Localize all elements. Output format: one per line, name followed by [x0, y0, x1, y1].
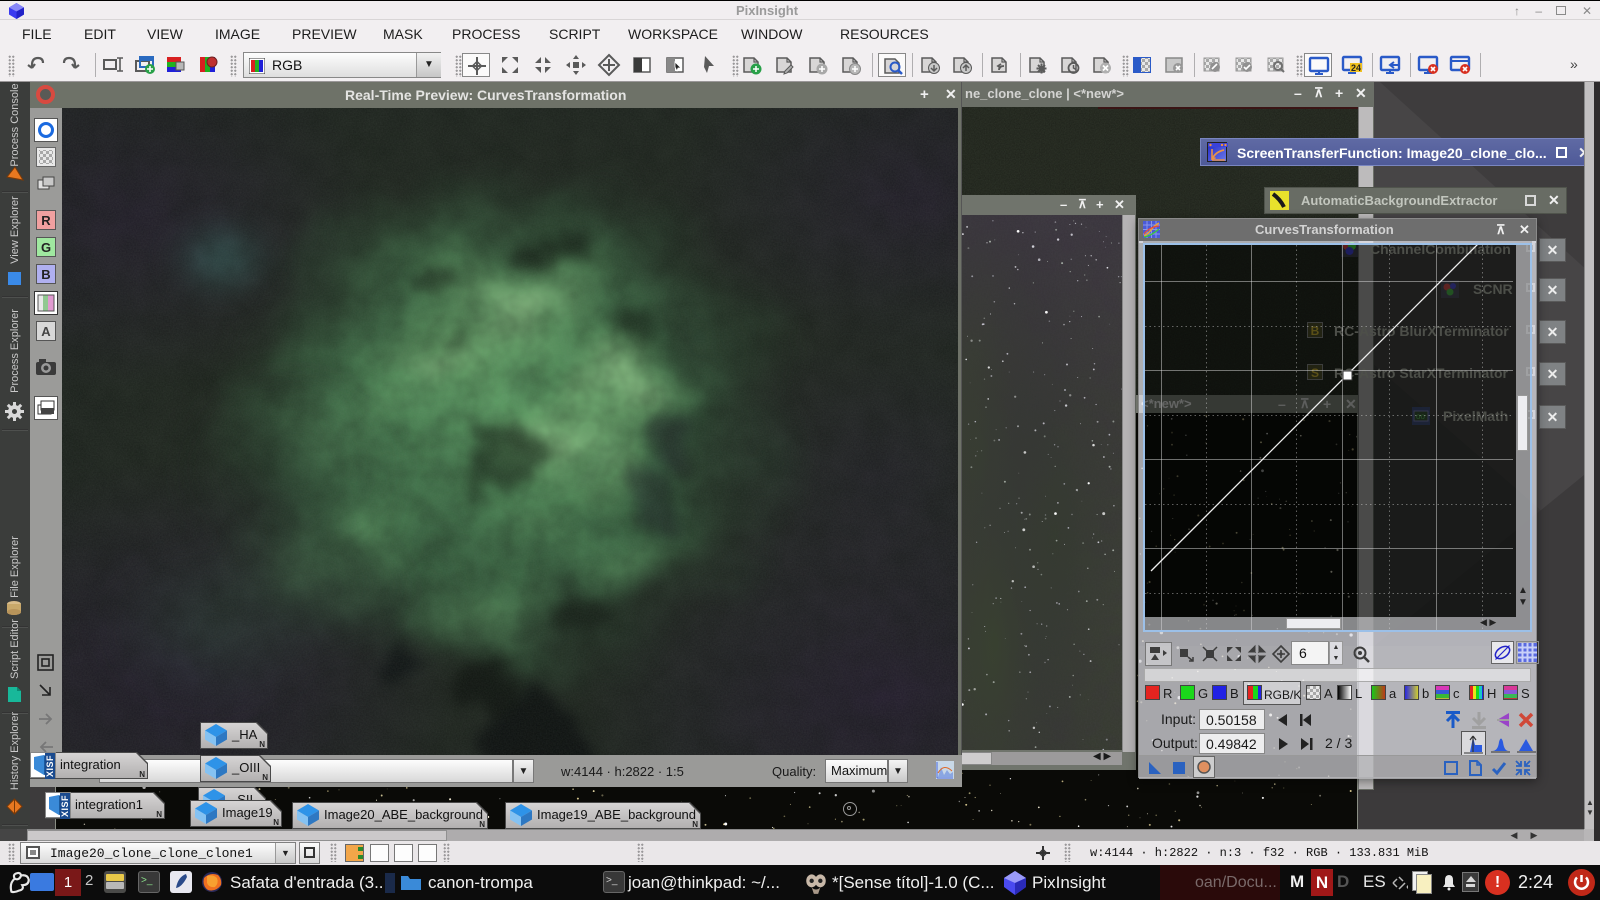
svg-text:24: 24 [1351, 63, 1361, 73]
